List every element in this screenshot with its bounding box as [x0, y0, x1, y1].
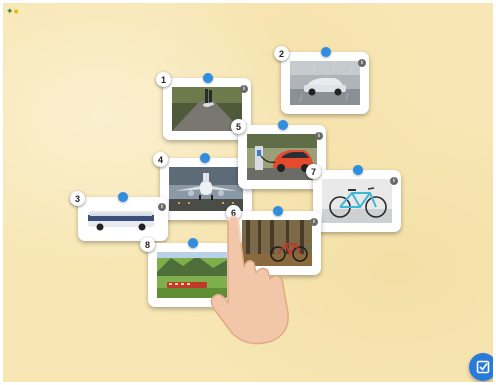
hand-pointer-icon [208, 213, 298, 353]
edit-check-icon [476, 360, 490, 374]
image-card-7[interactable]: i [313, 170, 401, 232]
toolbar: ✦● [6, 7, 19, 16]
card-number-5: 5 [231, 119, 246, 134]
edit-check-button[interactable] [469, 353, 493, 381]
info-icon[interactable]: i [390, 177, 398, 185]
info-icon[interactable]: i [315, 132, 323, 140]
pin-icon [353, 165, 363, 175]
lightbulb-icon[interactable]: ● [14, 6, 19, 16]
image-card-3[interactable]: i [78, 197, 168, 241]
pin-icon [200, 153, 210, 163]
info-icon[interactable]: i [240, 85, 248, 93]
card-photo [322, 179, 392, 223]
pin-icon [321, 47, 331, 57]
card-number-1: 1 [156, 72, 171, 87]
card-number-7: 7 [306, 164, 321, 179]
pin-icon [278, 120, 288, 130]
image-card-2[interactable]: i [281, 52, 369, 114]
info-icon[interactable]: i [158, 203, 166, 211]
pin-icon [203, 73, 213, 83]
game-board: ✦● i 2 i 1 4 i 5 i 7 i 6 i 3 8 [3, 3, 493, 382]
card-photo [86, 205, 158, 233]
card-photo [290, 61, 360, 105]
info-icon[interactable]: i [310, 218, 318, 226]
info-icon[interactable]: i [358, 59, 366, 67]
pin-icon [118, 192, 128, 202]
card-number-2: 2 [274, 46, 289, 61]
pin-icon [188, 238, 198, 248]
card-number-4: 4 [153, 152, 168, 167]
card-number-8: 8 [140, 237, 155, 252]
card-number-3: 3 [70, 191, 85, 206]
puzzle-icon[interactable]: ✦ [6, 6, 14, 16]
